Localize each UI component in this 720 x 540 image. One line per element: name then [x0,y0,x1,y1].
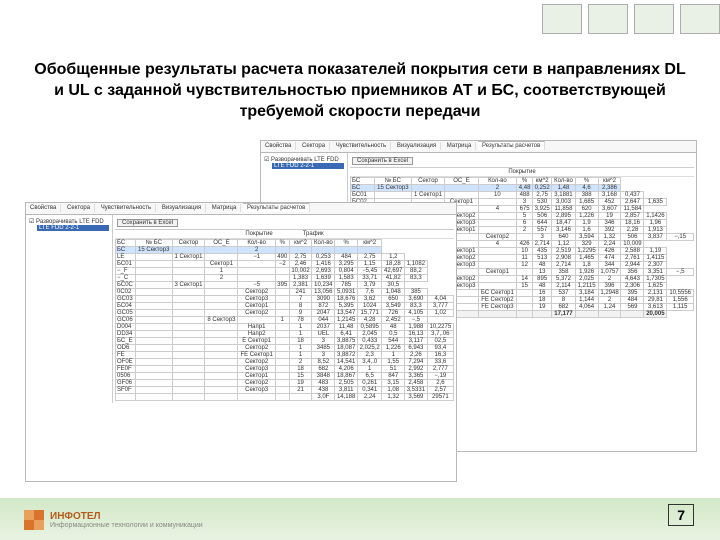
brand-tagline: Информационные технологии и коммуникации [50,522,203,529]
col-header: км^2 [357,240,381,247]
table-row[interactable]: GC03Сектор37309018,6763,626503,6904,04 [116,296,454,303]
col-header: № БС [374,178,411,185]
table-row[interactable]: 3,0F14,1882,241,323,56929571 [116,394,454,401]
col-header: Сектор [172,240,205,247]
col-header: БС [351,178,375,185]
col-header: км^2 [598,178,621,185]
company-logo-icon [24,510,44,530]
tab[interactable]: Матрица [443,142,476,150]
table-row[interactable]: SF0FСектор3214383,8110,3411,083,53312,57 [116,387,454,394]
results-window-front: Свойства Сектора Чувствительность Визуал… [25,202,457,482]
table-row[interactable]: DD34Напр21UEL6,412,0450,516,133,7,.06 [116,331,454,338]
col-header: % [335,240,358,247]
col-header: % [575,178,598,185]
col-header: % [517,178,533,185]
table-row[interactable]: БС0C3 Сектор1−53952,38110,2347853,7930,5 [116,282,454,289]
col-header: Кол-во [478,178,517,185]
table-row[interactable]: FE0FСектор3186824,2061512,9922,777 [116,366,454,373]
slide-title: Обобщенные результаты расчета показателе… [30,60,690,122]
results-table-front[interactable]: БС№ БССекторОС_ЕКол-во%км^2Кол-во%км^2БС… [115,239,454,401]
col-header: Кол-во [312,240,335,247]
col-header: Кол-во [238,240,276,247]
header-thumbnails [470,0,720,50]
tree-child[interactable]: LTE FDD 2-2-1 [272,163,344,169]
table-row[interactable]: 0506Сектор115384818,8676,58473,365−,19 [116,373,454,380]
footer: ИНФОТЕЛ Информационные технологии и комм… [24,510,203,530]
window-tabs[interactable]: Свойства Сектора Чувствительность Визуал… [26,203,456,215]
tab-active[interactable]: Результаты расчетов [243,203,310,212]
table-row[interactable]: LE1 Сектор1−14902,750,2534842,751,2 [116,254,454,261]
col-header: Кол-во [552,178,575,185]
table-row[interactable]: 0C02Сектор224113,0565,09317,61,048385 [116,289,454,296]
tab-active[interactable]: Результаты расчетов [478,141,545,150]
tree-panel[interactable]: ☑ Разворачивать LTE FDD LTE FDD 2-2-1 [26,215,113,403]
group-header: Покрытие [350,168,694,177]
table-row[interactable]: GC068 Сектор31780441,21454,282,452−,5 [116,317,454,324]
col-header: км^2 [532,178,551,185]
save-excel-button[interactable]: Сохранить в Excel [352,157,413,165]
col-header: № БС [136,240,172,247]
tree-child[interactable]: LTE FDD 2-2-1 [37,225,109,231]
table-row[interactable]: БС_ЕЕ Сектор11833,88750,4335443,11702,5 [116,338,454,345]
tab[interactable]: Чувствительность [97,204,156,212]
save-excel-button[interactable]: Сохранить в Excel [117,219,178,227]
table-row[interactable]: OF0EСектор228,5214,5413,4,.01,557,29433,… [116,359,454,366]
table-row[interactable]: БС011 Сектор1104882,753,18813883,1680,43… [351,192,694,199]
tab[interactable]: Сектора [298,142,330,150]
tab[interactable]: Свойства [26,204,61,212]
table-row[interactable]: БС15 Сектор32 [116,247,454,254]
tab[interactable]: Визуализация [158,204,206,212]
col-header: % [275,240,289,247]
col-header: ОС_Е [445,178,478,185]
page-number: 7 [668,504,694,526]
table-row[interactable]: БС01Сектор1−22,461,4163,2951,1518,281,10… [116,261,454,268]
window-tabs[interactable]: Свойства Сектора Чувствительность Визуал… [261,141,696,153]
tab[interactable]: Свойства [261,142,296,150]
table-row[interactable]: D004Напр11203711,480,5895481,98810,2275 [116,324,454,331]
col-header: ОС_Е [205,240,238,247]
col-header: Сектор [411,178,444,185]
tab[interactable]: Визуализация [393,142,441,150]
table-row[interactable]: FEFE Сектор1133,88722,312,2616,3 [116,352,454,359]
table-row[interactable]: GF06Сектор2194832,5050,2613,152,4582,6 [116,380,454,387]
table-row[interactable]: БС15 Сектор324,480,2521,484,62,386 [351,185,694,192]
table-row[interactable]: −_C21,3831,6391,58333,7141,8283,3 [116,275,454,282]
col-header: БС [116,240,136,247]
tab[interactable]: Матрица [208,204,241,212]
table-row[interactable]: БС04Сектор188725,39510243,54983,33,777 [116,303,454,310]
tab[interactable]: Сектора [63,204,95,212]
group-header: Покрытие Трафик [115,230,454,239]
tree-root[interactable]: ☑ Разворачивать LTE FDD [29,218,109,225]
table-row[interactable]: GC05Сектор29204713,54715,7717264,1051,02 [116,310,454,317]
table-row[interactable]: −_F110,0022,6930,804−5,4542,69788,2 [116,268,454,275]
col-header: км^2 [289,240,312,247]
tab[interactable]: Чувствительность [332,142,391,150]
brand-name: ИНФОТЕЛ [50,511,203,522]
table-row[interactable]: ОD6Сектор21348518,0872,025,21,2266,94393… [116,345,454,352]
tree-root[interactable]: ☑ Разворачивать LTE FDD [264,156,344,163]
